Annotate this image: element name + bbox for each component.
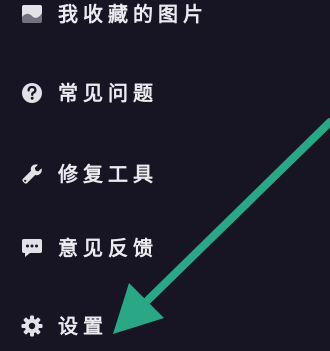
gear-icon [19, 313, 45, 339]
settings-menu-screen: 我收藏的图片 常见问题 修复工具 意见反馈 设置 [0, 0, 330, 351]
menu-item-label: 我收藏的图片 [58, 2, 208, 26]
chat-bubble-icon [19, 235, 45, 261]
menu-item-label: 设置 [58, 314, 108, 338]
menu-item-label: 意见反馈 [58, 236, 158, 260]
question-circle-icon [19, 80, 45, 106]
wrench-icon [19, 161, 45, 187]
image-icon [19, 1, 45, 27]
menu-item-favorites[interactable]: 我收藏的图片 [0, 0, 330, 34]
menu-item-label: 修复工具 [58, 162, 158, 186]
menu-item-faq[interactable]: 常见问题 [0, 73, 330, 113]
menu-item-settings[interactable]: 设置 [0, 306, 330, 346]
menu-item-label: 常见问题 [58, 81, 158, 105]
menu-item-repair-tools[interactable]: 修复工具 [0, 154, 330, 194]
menu-item-feedback[interactable]: 意见反馈 [0, 228, 330, 268]
